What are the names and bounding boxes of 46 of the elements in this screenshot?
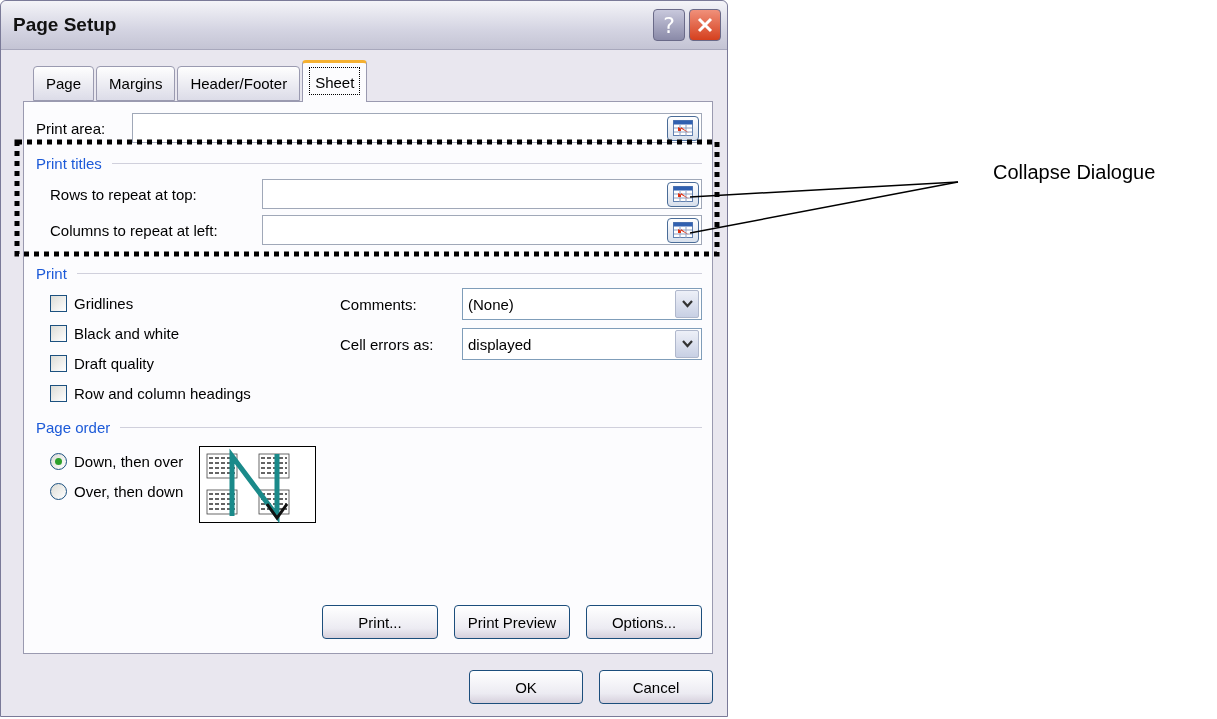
checkbox-label: Draft quality [74, 354, 155, 372]
checkbox[interactable] [50, 354, 67, 372]
field-label: Print area: [36, 119, 107, 137]
group-title: Page order [36, 418, 111, 436]
checkbox-label: Row and column headings [74, 384, 251, 402]
tab[interactable]: Page [33, 66, 95, 101]
collapse-button[interactable] [667, 115, 699, 141]
collapse-dialog-icon [673, 222, 693, 238]
dropdown-value: displayed [468, 335, 532, 353]
dialog-button[interactable]: OK [469, 670, 583, 704]
annotation-label: Collapse Dialogue [993, 161, 1156, 184]
field-label: Columns to repeat at left: [50, 221, 219, 239]
tab[interactable]: Header/Footer [177, 66, 301, 101]
panel-button[interactable]: Print Preview [454, 605, 570, 639]
radio-button[interactable] [50, 452, 67, 470]
checkbox-label: Black and white [74, 324, 180, 342]
collapse-dialog-icon [673, 120, 693, 136]
dropdown[interactable]: (None) [462, 288, 702, 320]
checkbox[interactable] [50, 294, 67, 312]
field-label: Cell errors as: [340, 335, 435, 353]
radio-label: Down, then over [74, 452, 184, 470]
group-title: Print titles [36, 154, 102, 172]
window-title: Page Setup [13, 14, 118, 36]
checkbox-label: Gridlines [74, 294, 134, 312]
field-label: Rows to repeat at top: [50, 185, 198, 203]
field-label: Comments: [340, 295, 418, 313]
tab[interactable]: Sheet [302, 60, 368, 102]
dropdown-value: (None) [468, 295, 514, 313]
panel-button[interactable]: Options... [586, 605, 702, 639]
input-field[interactable] [132, 113, 702, 143]
collapse-button[interactable] [667, 181, 699, 207]
checkbox[interactable] [50, 324, 67, 342]
checkbox[interactable] [50, 384, 67, 402]
input-field[interactable] [262, 179, 702, 209]
close-button[interactable] [689, 9, 721, 41]
dialog-button[interactable]: Cancel [599, 670, 713, 704]
collapse-dialog-icon [673, 186, 693, 202]
dropdown[interactable]: displayed [462, 328, 702, 360]
input-field[interactable] [262, 215, 702, 245]
radio-label: Over, then down [74, 482, 184, 500]
collapse-button[interactable] [667, 217, 699, 243]
group-title: Print [36, 264, 67, 282]
panel-button[interactable]: Print... [322, 605, 438, 639]
tab[interactable]: Margins [96, 66, 176, 101]
close-icon [697, 17, 713, 33]
radio-button[interactable] [50, 482, 67, 500]
